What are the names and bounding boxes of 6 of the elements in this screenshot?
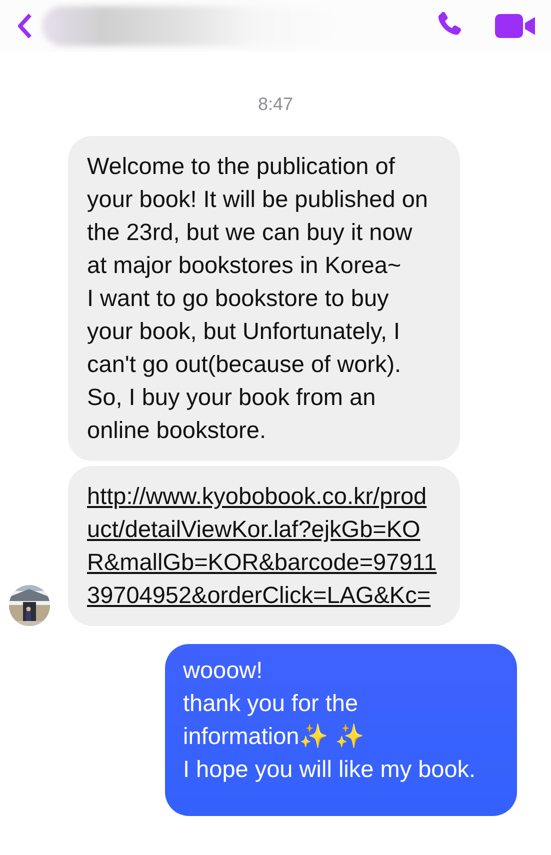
- back-icon[interactable]: [18, 13, 32, 39]
- message-bubble: wooow! thank you for the information✨ ✨ I hope you will like my book.: [165, 644, 517, 816]
- message-bubble: Welcome to the publication of your book! It will be published on the 23rd, but we can buy it now at major bookstores in Korea~ I want to go bookstore to buy your book, but Unfortunately, I can't go out(because of work). So, I buy your book from an online bookstore.: [68, 136, 460, 461]
- message-link[interactable]: http://www.kyobobook.co.kr/product/detailViewKor.laf?ejkGb=KOR&mallGb=KOR&barcode=9791139704952&orderClick=LAG&Kc=: [87, 480, 437, 612]
- timestamp: 8:47: [258, 94, 294, 115]
- video-camera-icon[interactable]: [495, 12, 537, 40]
